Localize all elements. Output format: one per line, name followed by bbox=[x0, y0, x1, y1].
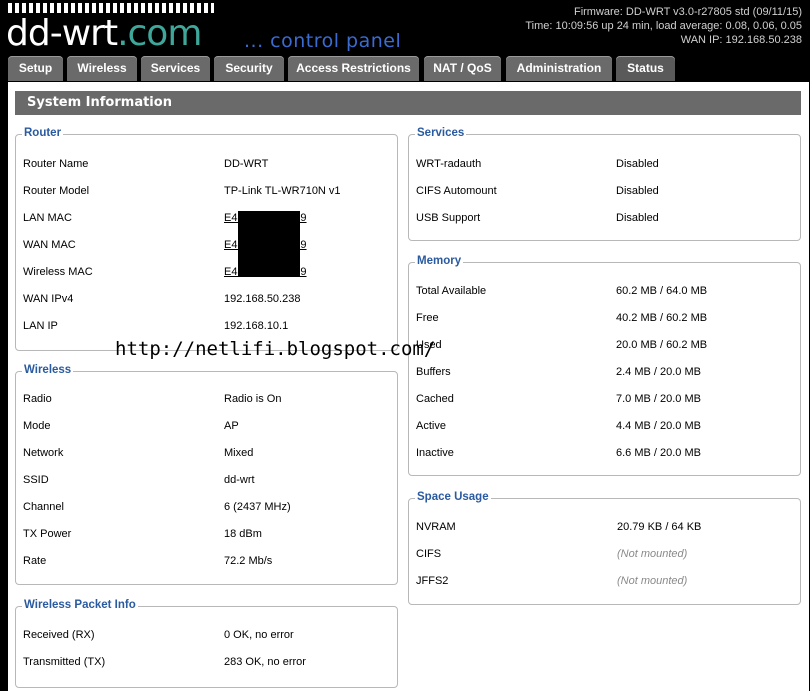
usb-support-value: Disabled bbox=[616, 212, 659, 224]
used-value: 20.0 MB / 60.2 MB bbox=[616, 339, 708, 351]
logo: dd-wrt.com bbox=[6, 13, 202, 54]
router-name-value: DD-WRT bbox=[224, 158, 269, 170]
tab-access-restrictions[interactable]: Access Restrictions bbox=[288, 56, 419, 81]
tab-wireless[interactable]: Wireless bbox=[67, 56, 137, 81]
rate-label: Rate bbox=[23, 555, 47, 567]
services-legend: Services bbox=[415, 127, 467, 139]
header: dd-wrt.com ... control panel Firmware: D… bbox=[0, 0, 810, 56]
cached-label: Cached bbox=[416, 393, 454, 405]
inactive-value: 6.6 MB / 20.0 MB bbox=[616, 447, 701, 459]
jffs2-label: JFFS2 bbox=[416, 575, 449, 587]
wan-ip-text: WAN IP: 192.168.50.238 bbox=[680, 34, 802, 46]
total-available-value: 60.2 MB / 64.0 MB bbox=[616, 285, 708, 297]
lan-ip-value: 192.168.10.1 bbox=[224, 320, 289, 332]
free-label: Free bbox=[416, 312, 439, 324]
mode-value: AP bbox=[224, 420, 239, 432]
cifs-automount-label: CIFS Automount bbox=[416, 185, 497, 197]
wan-ipv4-label: WAN IPv4 bbox=[23, 293, 74, 305]
cifs-value: (Not mounted) bbox=[617, 548, 688, 560]
channel-value: 6 (2437 MHz) bbox=[224, 501, 291, 513]
header-info: Firmware: DD-WRT v3.0-r27805 std (09/11/… bbox=[525, 5, 802, 47]
tx-value: 283 OK, no error bbox=[224, 656, 306, 668]
lan-mac-label: LAN MAC bbox=[23, 212, 72, 224]
buffers-value: 2.4 MB / 20.0 MB bbox=[616, 366, 701, 378]
redaction-box bbox=[238, 211, 300, 277]
watermark-url: http://netlifi.blogspot.com/ bbox=[115, 338, 436, 360]
logo-suffix: .com bbox=[117, 13, 202, 54]
tab-bar: Setup Wireless Services Security Access … bbox=[0, 56, 810, 82]
logo-stripes bbox=[8, 3, 214, 13]
wrt-radauth-value: Disabled bbox=[616, 158, 659, 170]
network-value: Mixed bbox=[224, 447, 254, 459]
tab-setup[interactable]: Setup bbox=[8, 56, 63, 81]
wireless-legend: Wireless bbox=[22, 364, 74, 376]
tab-security[interactable]: Security bbox=[214, 56, 284, 81]
content-area: System Information Router Router Name DD… bbox=[8, 82, 809, 691]
wan-mac-label: WAN MAC bbox=[23, 239, 76, 251]
tx-power-value: 18 dBm bbox=[224, 528, 262, 540]
ssid-value: dd-wrt bbox=[224, 474, 255, 486]
memory-section: Memory Total Available 60.2 MB / 64.0 MB… bbox=[408, 255, 801, 476]
logo-word: dd-wrt bbox=[6, 13, 118, 54]
router-section: Router Router Name DD-WRT Router Model T… bbox=[15, 127, 398, 351]
radio-value: Radio is On bbox=[224, 393, 282, 405]
tab-services[interactable]: Services bbox=[141, 56, 210, 81]
buffers-label: Buffers bbox=[416, 366, 451, 378]
ssid-label: SSID bbox=[23, 474, 49, 486]
services-section: Services WRT-radauth Disabled CIFS Autom… bbox=[408, 127, 801, 241]
cifs-label: CIFS bbox=[416, 548, 442, 560]
space-usage-section: Space Usage NVRAM 20.79 KB / 64 KB CIFS … bbox=[408, 491, 801, 605]
uptime-text: Time: 10:09:56 up 24 min, load average: … bbox=[525, 20, 802, 32]
tab-status[interactable]: Status bbox=[616, 56, 675, 81]
memory-legend: Memory bbox=[415, 255, 464, 267]
inactive-label: Inactive bbox=[416, 447, 454, 459]
mode-label: Mode bbox=[23, 420, 51, 432]
cifs-automount-value: Disabled bbox=[616, 185, 659, 197]
active-label: Active bbox=[416, 420, 446, 432]
active-value: 4.4 MB / 20.0 MB bbox=[616, 420, 701, 432]
lan-ip-label: LAN IP bbox=[23, 320, 58, 332]
rx-value: 0 OK, no error bbox=[224, 629, 294, 641]
channel-label: Channel bbox=[23, 501, 64, 513]
rate-value: 72.2 Mb/s bbox=[224, 555, 273, 567]
page-title: System Information bbox=[15, 91, 801, 115]
nvram-value: 20.79 KB / 64 KB bbox=[617, 521, 702, 533]
packet-info-legend: Wireless Packet Info bbox=[22, 599, 138, 611]
wireless-section: Wireless Radio Radio is On Mode AP Netwo… bbox=[15, 364, 398, 585]
tab-nat-qos[interactable]: NAT / QoS bbox=[424, 56, 501, 81]
free-value: 40.2 MB / 60.2 MB bbox=[616, 312, 708, 324]
wrt-radauth-label: WRT-radauth bbox=[416, 158, 482, 170]
cached-value: 7.0 MB / 20.0 MB bbox=[616, 393, 701, 405]
space-usage-legend: Space Usage bbox=[415, 491, 491, 503]
tx-power-label: TX Power bbox=[23, 528, 72, 540]
firmware-text: Firmware: DD-WRT v3.0-r27805 std (09/11/… bbox=[573, 6, 802, 18]
wan-ipv4-value: 192.168.50.238 bbox=[224, 293, 301, 305]
usb-support-label: USB Support bbox=[416, 212, 481, 224]
control-panel-subtitle: ... control panel bbox=[244, 30, 402, 52]
network-label: Network bbox=[23, 447, 64, 459]
router-model-value: TP-Link TL-WR710N v1 bbox=[224, 185, 341, 197]
wireless-mac-label: Wireless MAC bbox=[23, 266, 93, 278]
jffs2-value: (Not mounted) bbox=[617, 575, 688, 587]
packet-info-section: Wireless Packet Info Received (RX) 0 OK,… bbox=[15, 599, 398, 688]
router-name-label: Router Name bbox=[23, 158, 89, 170]
router-model-label: Router Model bbox=[23, 185, 90, 197]
router-legend: Router bbox=[22, 127, 64, 139]
total-available-label: Total Available bbox=[416, 285, 487, 297]
tab-administration[interactable]: Administration bbox=[506, 56, 612, 81]
tx-label: Transmitted (TX) bbox=[23, 656, 106, 668]
nvram-label: NVRAM bbox=[416, 521, 456, 533]
rx-label: Received (RX) bbox=[23, 629, 95, 641]
radio-label: Radio bbox=[23, 393, 52, 405]
